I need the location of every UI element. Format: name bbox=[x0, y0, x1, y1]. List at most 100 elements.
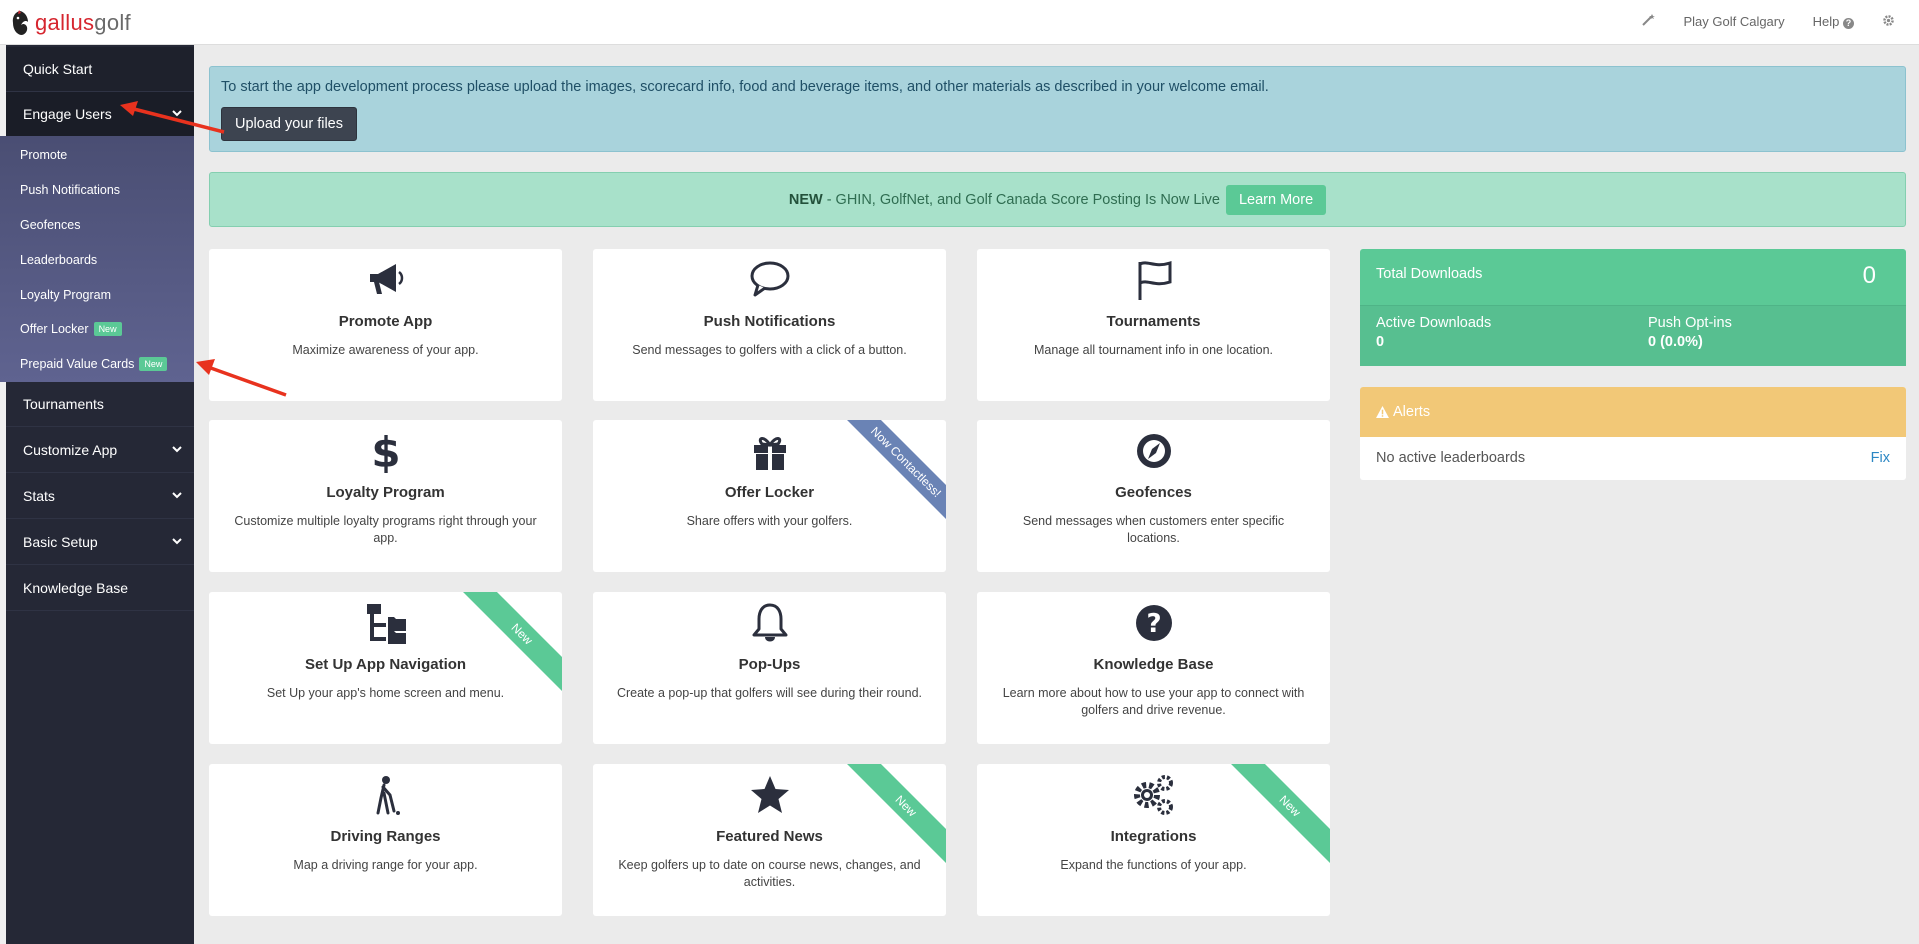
active-downloads-value: 0 bbox=[1376, 334, 1385, 350]
sidebar: Quick Start Engage Users Promote Push No… bbox=[0, 45, 194, 944]
magic-wand-icon[interactable] bbox=[1641, 13, 1656, 30]
ribbon-label: New bbox=[1224, 764, 1330, 872]
card-driving-ranges[interactable]: Driving Ranges Map a driving range for y… bbox=[209, 764, 562, 916]
card-title: Pop-Ups bbox=[738, 656, 801, 673]
card-geofences[interactable]: Geofences Send messages when customers e… bbox=[977, 420, 1330, 572]
card-set-up-app-navigation[interactable]: Set Up App Navigation Set Up your app's … bbox=[209, 592, 562, 744]
card-title: Promote App bbox=[338, 313, 433, 330]
card-offer-locker[interactable]: Offer Locker Share offers with your golf… bbox=[593, 420, 946, 572]
star-icon bbox=[750, 776, 789, 813]
card-description: Maximize awareness of your app. bbox=[292, 343, 479, 357]
gears-icon bbox=[1133, 775, 1173, 815]
sidebar-item-quick-start[interactable]: Quick Start bbox=[6, 47, 194, 92]
card-knowledge-base[interactable]: ? Knowledge Base Learn more about how to… bbox=[977, 592, 1330, 744]
sidebar-item-label: Knowledge Base bbox=[23, 580, 129, 596]
dollar-icon: $ bbox=[371, 429, 400, 473]
fix-link[interactable]: Fix bbox=[1871, 450, 1890, 466]
sidebar-subitem-promote[interactable]: Promote bbox=[20, 148, 67, 162]
flag-icon bbox=[1138, 260, 1171, 300]
card-description: Send messages when customers enter speci… bbox=[1022, 514, 1285, 545]
sidebar-item-label: Quick Start bbox=[23, 61, 93, 77]
sidebar-item-engage-users[interactable]: Engage Users bbox=[6, 92, 194, 137]
push-optins-stat: Push Opt-ins 0 (0.0%) bbox=[1648, 315, 1732, 350]
help-label: Help bbox=[1812, 14, 1840, 29]
account-name-link[interactable]: Play Golf Calgary bbox=[1683, 14, 1784, 29]
sidebar-subitem-push-notifications[interactable]: Push Notifications bbox=[20, 183, 120, 197]
sidebar-subitem-leaderboards[interactable]: Leaderboards bbox=[20, 253, 97, 267]
rooster-logo-icon bbox=[12, 10, 28, 35]
card-featured-news[interactable]: Featured News Keep golfers up to date on… bbox=[593, 764, 946, 916]
total-downloads-label: Total Downloads bbox=[1376, 266, 1483, 282]
card-push-notifications[interactable]: Push Notifications Send messages to golf… bbox=[593, 249, 946, 401]
sidebar-item-customize-app[interactable]: Customize App bbox=[6, 428, 194, 473]
sidebar-item-label: Basic Setup bbox=[23, 534, 98, 550]
ribbon-new: New bbox=[452, 592, 562, 702]
gear-icon[interactable] bbox=[1882, 14, 1895, 30]
push-optins-label: Push Opt-ins bbox=[1648, 315, 1732, 331]
sidebar-item-label: Stats bbox=[23, 488, 55, 504]
alerts-header: Alerts bbox=[1360, 387, 1906, 437]
card-description: Map a driving range for your app. bbox=[293, 858, 478, 872]
active-downloads-stat: Active Downloads 0 bbox=[1376, 315, 1491, 350]
chevron-down-icon bbox=[172, 492, 182, 499]
card-description: Manage all tournament info in one locati… bbox=[1033, 343, 1274, 357]
ribbon-now-contactless: Now Contactless! bbox=[836, 420, 946, 530]
ribbon-label: New bbox=[456, 592, 562, 700]
speech-bubble-icon bbox=[750, 261, 789, 297]
total-downloads-row: Total Downloads 0 bbox=[1360, 249, 1906, 306]
announcement-message: - GHIN, GolfNet, and Golf Canada Score P… bbox=[826, 191, 1220, 208]
card-tournaments[interactable]: Tournaments Manage all tournament info i… bbox=[977, 249, 1330, 401]
top-bar: gallusgolf Play Golf Calgary Help ? bbox=[0, 0, 1919, 45]
sidebar-item-knowledge-base[interactable]: Knowledge Base bbox=[6, 566, 194, 611]
ribbon-new: New bbox=[1220, 764, 1330, 874]
ribbon-label: Now Contactless! bbox=[840, 420, 946, 528]
card-title: Knowledge Base bbox=[1093, 656, 1214, 673]
engage-users-submenu: Promote Push Notifications Geofences Lea… bbox=[0, 136, 194, 382]
card-loyalty-program[interactable]: $ Loyalty Program Customize multiple loy… bbox=[209, 420, 562, 572]
sidebar-item-label: Tournaments bbox=[23, 396, 104, 412]
learn-more-button[interactable]: Learn More bbox=[1225, 184, 1327, 215]
downloads-stats-panel: Total Downloads 0 Active Downloads 0 Pus… bbox=[1360, 249, 1906, 366]
question-icon: ? bbox=[1843, 18, 1854, 29]
card-description: Create a pop-up that golfers will see du… bbox=[616, 686, 923, 700]
alert-message: No active leaderboards bbox=[1376, 450, 1526, 466]
card-title: Geofences bbox=[1115, 484, 1192, 501]
bell-icon bbox=[752, 603, 787, 642]
sidebar-item-label: Customize App bbox=[23, 442, 118, 458]
sidebar-item-tournaments[interactable]: Tournaments bbox=[6, 382, 194, 427]
total-downloads-value: 0 bbox=[1862, 262, 1876, 289]
megaphone-icon bbox=[369, 264, 403, 294]
card-pop-ups[interactable]: Pop-Ups Create a pop-up that golfers wil… bbox=[593, 592, 946, 744]
alerts-panel: Alerts No active leaderboards Fix bbox=[1360, 387, 1906, 480]
card-integrations[interactable]: Integrations Expand the functions of you… bbox=[977, 764, 1330, 916]
sidebar-subitem-loyalty-program[interactable]: Loyalty Program bbox=[20, 288, 111, 302]
new-label: NEW bbox=[788, 191, 823, 208]
upload-files-banner: To start the app development process ple… bbox=[209, 66, 1906, 152]
sitemap-icon bbox=[366, 604, 406, 644]
compass-icon bbox=[1136, 434, 1171, 468]
sidebar-subitem-prepaid-value-cards[interactable]: Prepaid Value Cards New bbox=[20, 357, 168, 371]
warning-icon bbox=[1376, 406, 1389, 418]
sidebar-item-basic-setup[interactable]: Basic Setup bbox=[6, 520, 194, 565]
sidebar-item-stats[interactable]: Stats bbox=[6, 474, 194, 519]
new-badge: New bbox=[139, 357, 168, 371]
card-description: Learn more about how to use your app to … bbox=[1002, 686, 1305, 717]
gallus-golf-logo[interactable]: gallusgolf bbox=[9, 9, 131, 37]
golfer-icon bbox=[376, 776, 400, 815]
sidebar-item-label: Engage Users bbox=[23, 106, 112, 122]
help-menu[interactable]: Help ? bbox=[1813, 14, 1854, 29]
chevron-down-icon bbox=[172, 110, 182, 117]
svg-text:?: ? bbox=[1146, 609, 1161, 639]
alerts-title: Alerts bbox=[1393, 404, 1431, 420]
upload-banner-message: To start the app development process ple… bbox=[221, 79, 1269, 95]
card-promote-app[interactable]: Promote App Maximize awareness of your a… bbox=[209, 249, 562, 401]
stats-detail-row: Active Downloads 0 Push Opt-ins 0 (0.0%) bbox=[1360, 306, 1906, 366]
svg-text:$: $ bbox=[371, 429, 400, 473]
sidebar-subitem-offer-locker[interactable]: Offer Locker New bbox=[20, 322, 122, 336]
ribbon-new: New bbox=[836, 764, 946, 874]
card-title: Tournaments bbox=[1106, 313, 1201, 330]
upload-files-button[interactable]: Upload your files bbox=[221, 107, 357, 141]
question-circle-icon: ? bbox=[1135, 605, 1172, 641]
sidebar-subitem-geofences[interactable]: Geofences bbox=[20, 218, 80, 232]
card-title: Driving Ranges bbox=[330, 828, 441, 845]
